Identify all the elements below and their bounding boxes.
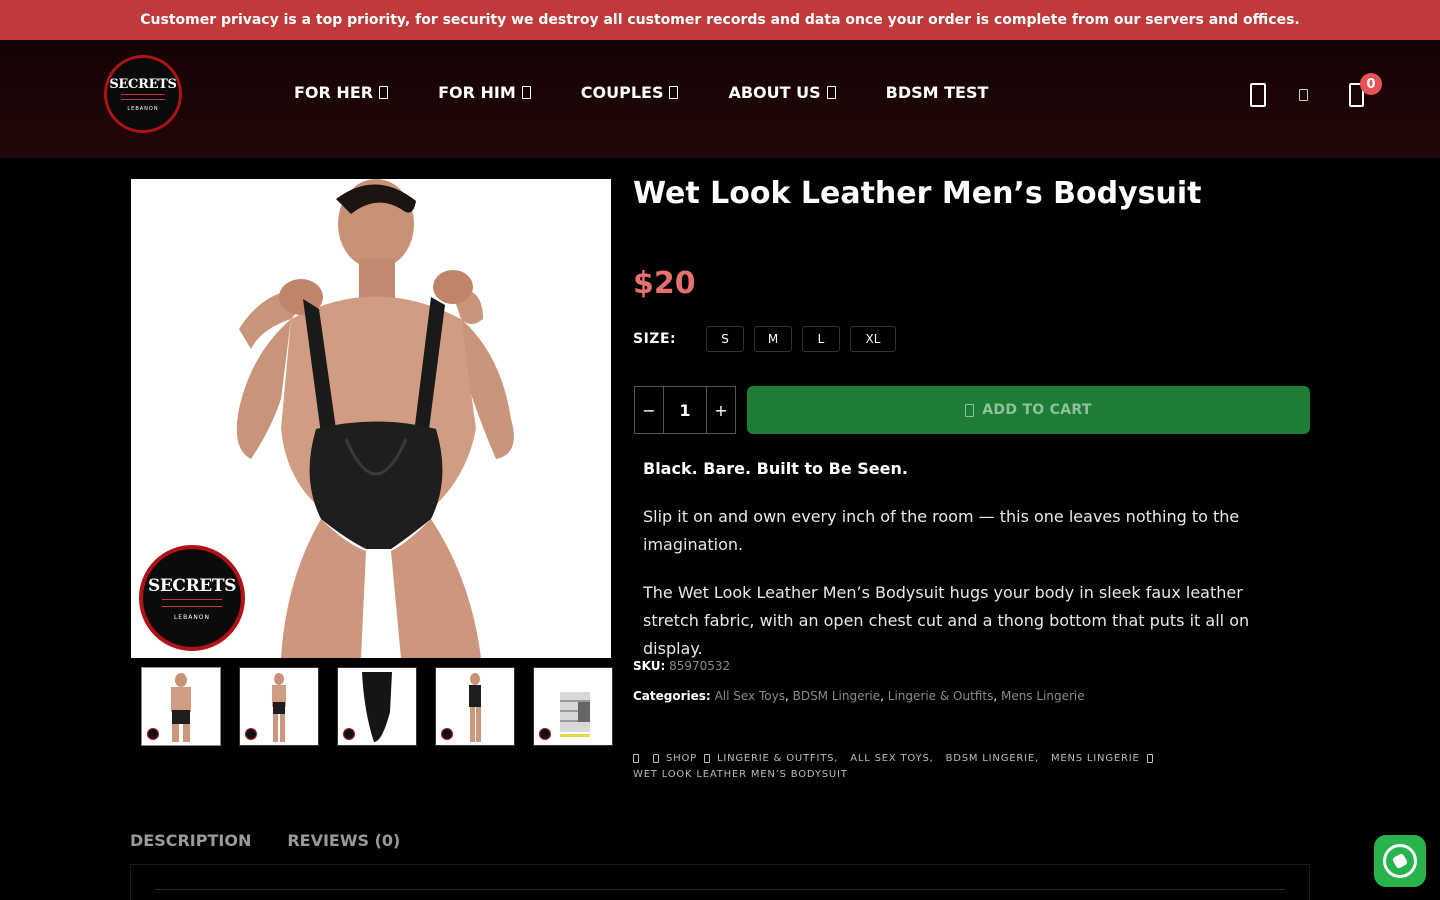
quantity-input[interactable]: 1 xyxy=(664,387,706,433)
product-sku: SKU: 85970532 xyxy=(633,659,730,673)
nav-label: COUPLES xyxy=(580,83,664,102)
quantity-stepper: − 1 + xyxy=(634,386,736,434)
main-nav: FOR HER FOR HIM COUPLES ABOUT US BDSM TE… xyxy=(294,83,1038,102)
thumbnail-2[interactable] xyxy=(239,667,319,746)
watermark-subtext: LEBANON xyxy=(173,613,211,621)
thumbnail-5[interactable] xyxy=(533,667,613,746)
description-heading: Black. Bare. Built to Be Seen. xyxy=(643,459,908,478)
nav-for-her[interactable]: FOR HER xyxy=(294,83,389,102)
product-title: Wet Look Leather Men’s Bodysuit xyxy=(633,176,1202,211)
thumbnail-photo xyxy=(272,673,286,742)
tab-panel xyxy=(130,864,1310,900)
nav-for-him[interactable]: FOR HIM xyxy=(438,83,531,102)
category-link[interactable]: Lingerie & Outfits xyxy=(888,689,994,703)
whatsapp-button[interactable] xyxy=(1374,835,1426,887)
cart-count-badge: 0 xyxy=(1360,73,1382,95)
size-options: S M L XL xyxy=(706,326,896,352)
chevron-down-icon xyxy=(521,86,531,99)
nav-label: ABOUT US xyxy=(728,83,821,102)
breadcrumb-current: WET LOOK LEATHER MEN’S BODYSUIT xyxy=(633,769,848,780)
chevron-down-icon xyxy=(379,86,389,99)
category-link[interactable]: Mens Lingerie xyxy=(1001,689,1085,703)
breadcrumb-category[interactable]: BDSM LINGERIE xyxy=(946,753,1035,764)
thumbnail-logo xyxy=(147,728,159,740)
thumbnail-4[interactable] xyxy=(435,667,515,746)
breadcrumb-category[interactable]: MENS LINGERIE xyxy=(1051,753,1140,764)
breadcrumb-category[interactable]: ALL SEX TOYS xyxy=(850,753,929,764)
watermark-logo: SECRETS LEBANON xyxy=(139,545,245,651)
site-header: SECRETS LEBANON FOR HER FOR HIM COUPLES … xyxy=(0,40,1440,158)
size-option-xl[interactable]: XL xyxy=(850,326,896,352)
logo-text: SECRETS xyxy=(109,76,177,92)
thumbnail-photo xyxy=(469,673,481,742)
logo-ornament xyxy=(121,93,165,100)
sku-label: SKU: xyxy=(633,659,666,673)
watermark-text: SECRETS xyxy=(148,575,236,596)
size-label: SIZE: xyxy=(633,331,677,347)
add-to-cart-label: ADD TO CART xyxy=(982,402,1092,418)
breadcrumb: SHOP LINGERIE & OUTFITS, ALL SEX TOYS, BDSM… xyxy=(633,751,1193,783)
announcement-text: Customer privacy is a top priority, for … xyxy=(140,12,1300,28)
product-tabs: DESCRIPTION REVIEWS (0) xyxy=(130,831,436,850)
nav-about-us[interactable]: ABOUT US xyxy=(728,83,836,102)
description-paragraph-2: The Wet Look Leather Men’s Bodysuit hugs… xyxy=(643,583,1250,658)
quantity-decrease-button[interactable]: − xyxy=(635,387,664,433)
product-main-image[interactable]: SECRETS LEBANON xyxy=(131,179,611,658)
bag-icon xyxy=(965,403,975,417)
size-option-l[interactable]: L xyxy=(802,326,840,352)
search-icon[interactable] xyxy=(1299,89,1308,101)
thumbnail-logo xyxy=(245,728,257,740)
nav-label: FOR HER xyxy=(294,83,374,102)
categories-label: Categories: xyxy=(633,689,711,703)
phone-icon xyxy=(1391,852,1409,870)
nav-label: BDSM TEST xyxy=(885,83,989,102)
product-price: $20 xyxy=(633,266,696,301)
nav-label: FOR HIM xyxy=(438,83,516,102)
size-option-m[interactable]: M xyxy=(754,326,792,352)
logo-subtext: LEBANON xyxy=(127,105,159,112)
watermark-ornament xyxy=(162,598,222,607)
chevron-right-icon xyxy=(653,753,659,763)
user-icon[interactable] xyxy=(1250,83,1266,107)
add-to-cart-button[interactable]: ADD TO CART xyxy=(747,386,1310,434)
thumbnail-1[interactable] xyxy=(141,667,221,746)
nav-bdsm-test[interactable]: BDSM TEST xyxy=(886,83,989,102)
breadcrumb-category[interactable]: LINGERIE & OUTFITS xyxy=(717,753,834,764)
size-option-s[interactable]: S xyxy=(706,326,744,352)
chevron-down-icon xyxy=(826,86,836,99)
site-logo[interactable]: SECRETS LEBANON xyxy=(104,55,182,133)
chevron-right-icon xyxy=(703,753,710,763)
chevron-down-icon xyxy=(669,86,679,99)
announcement-bar: Customer privacy is a top priority, for … xyxy=(0,0,1440,40)
category-link[interactable]: BDSM Lingerie xyxy=(793,689,881,703)
nav-couples[interactable]: COUPLES xyxy=(581,83,679,102)
description-paragraph-1: Slip it on and own every inch of the roo… xyxy=(643,507,1240,554)
chevron-right-icon xyxy=(1146,753,1153,763)
tab-reviews[interactable]: REVIEWS (0) xyxy=(287,831,400,850)
product-thumbnails xyxy=(141,667,613,746)
divider xyxy=(155,889,1285,890)
thumbnail-3[interactable] xyxy=(337,667,417,746)
whatsapp-icon xyxy=(1383,844,1417,878)
tab-description[interactable]: DESCRIPTION xyxy=(130,831,251,850)
thumbnail-photo xyxy=(362,672,392,742)
breadcrumb-shop[interactable]: SHOP xyxy=(666,753,697,764)
sku-value: 85970532 xyxy=(669,659,731,673)
thumbnail-logo xyxy=(343,728,355,740)
home-icon[interactable] xyxy=(633,753,639,763)
product-categories: Categories: All Sex Toys, BDSM Lingerie,… xyxy=(633,689,1085,703)
quantity-increase-button[interactable]: + xyxy=(706,387,735,433)
category-link[interactable]: All Sex Toys xyxy=(715,689,785,703)
thumbnail-logo xyxy=(539,728,551,740)
thumbnail-photo xyxy=(171,673,191,742)
thumbnail-logo xyxy=(441,728,453,740)
